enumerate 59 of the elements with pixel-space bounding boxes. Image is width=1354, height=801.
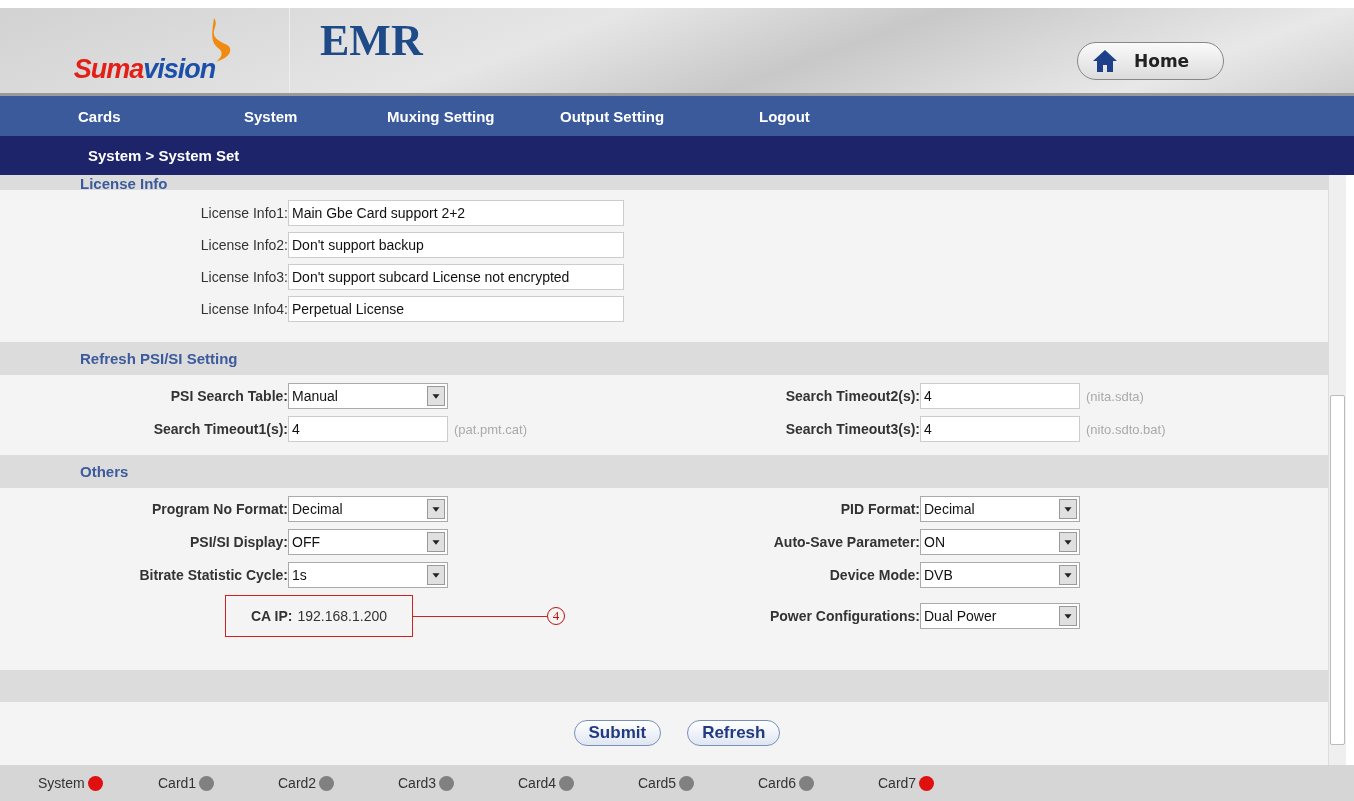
nav-link[interactable]: Output Setting [560,107,665,125]
status-label: Card6 [758,775,797,791]
logo: Sumavision [73,54,216,85]
action-button[interactable]: Refresh [687,719,781,746]
home-icon [1092,48,1118,74]
input-field[interactable]: Don't support subcard License not encrypted [288,264,624,290]
input-field[interactable]: Main Gbe Card support 2+2 [288,200,624,226]
field-label: Bitrate Statistic Cycle: [138,567,288,583]
input-field[interactable]: Don't support backup [288,232,624,258]
nav-link[interactable]: Logout [759,107,810,125]
dropdown[interactable]: Dual Power [920,603,1080,629]
dropdown[interactable]: Manual [288,383,448,409]
field-label: Power Configurations: [768,608,920,624]
status-label: Card5 [638,775,677,791]
nav-link[interactable]: Muxing Setting [387,107,495,125]
status-label: Card2 [278,775,317,791]
field-label: Device Mode: [828,567,920,583]
status-label: Card1 [158,775,197,791]
dropdown[interactable]: ON [920,529,1080,555]
field-hint: (nito.sdto.bat) [1086,421,1166,437]
section-title: License Info [80,177,168,190]
input-field[interactable]: 4 [288,416,448,442]
field-label: License Info1: [199,205,288,221]
field-label: PSI/SI Display: [188,534,288,550]
field-label: Search Timeout1(s): [152,421,288,437]
product-title: EMR [320,15,423,66]
dropdown[interactable]: Decimal [288,496,448,522]
field-label: Program No Format: [150,501,288,517]
field-hint: (pat.pmt.cat) [454,421,527,437]
field-label: License Info2: [199,237,288,253]
dropdown[interactable]: 1s [288,562,448,588]
status-label: System [38,775,85,791]
field-label: License Info4: [199,301,288,317]
field-label: CA IP: [251,608,293,624]
breadcrumb: System > System Set [88,147,240,164]
status-label: Card7 [878,775,917,791]
input-field[interactable]: 4 [920,383,1080,409]
dropdown[interactable]: Decimal [920,496,1080,522]
field-value: 192.168.1.200 [297,608,387,624]
section-title: Refresh PSI/SI Setting [80,350,238,367]
dropdown[interactable]: DVB [920,562,1080,588]
dropdown[interactable]: OFF [288,529,448,555]
field-label: Search Timeout2(s): [784,388,920,404]
nav-link[interactable]: System [244,107,298,125]
field-label: Search Timeout3(s): [784,421,920,437]
field-label: PID Format: [839,501,920,517]
field-label: License Info3: [199,269,288,285]
home-button[interactable]: Home [1077,42,1224,80]
nav-link[interactable]: Cards [78,107,121,125]
section-title: Others [80,463,129,480]
status-label: Card3 [398,775,437,791]
status-label: Card4 [518,775,557,791]
field-hint: (nita.sdta) [1086,388,1144,404]
field-label: Auto-Save Parameter: [772,534,920,550]
field-label: PSI Search Table: [169,388,288,404]
action-button[interactable]: Submit [573,719,662,746]
scrollbar[interactable] [1328,175,1346,765]
input-field[interactable]: Perpetual License [288,296,624,322]
input-field[interactable]: 4 [920,416,1080,442]
